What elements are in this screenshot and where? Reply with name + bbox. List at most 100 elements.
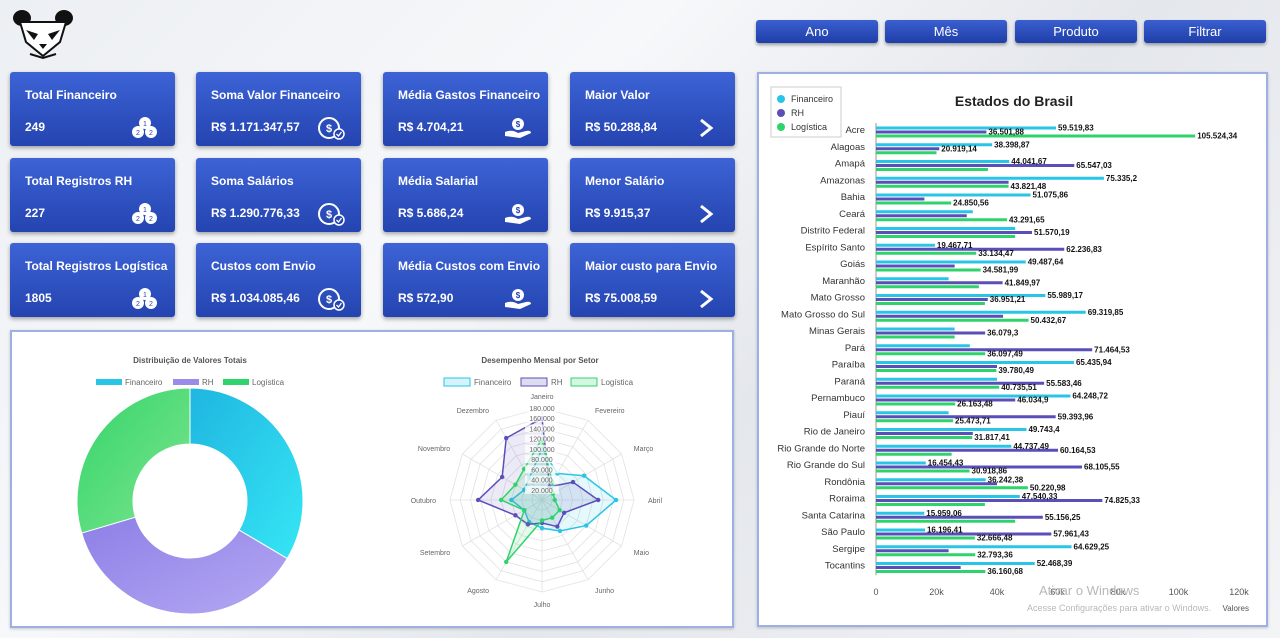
bar-rect[interactable] [876, 461, 926, 465]
bar-rect[interactable] [876, 331, 986, 335]
radar-point[interactable] [522, 508, 527, 513]
bar-rect[interactable] [876, 503, 985, 506]
bar-rect[interactable] [876, 151, 937, 155]
bar-rect[interactable] [876, 348, 1093, 352]
bar-rect[interactable] [876, 532, 1052, 536]
bar-rect[interactable] [876, 318, 1029, 322]
bar-rect[interactable] [876, 231, 1032, 234]
radar-legend-swatch[interactable] [520, 377, 548, 387]
donut-legend-swatch[interactable] [173, 379, 199, 385]
bar-rect[interactable] [876, 499, 1103, 502]
bar-rect[interactable] [876, 201, 952, 205]
bar-rect[interactable] [876, 214, 967, 218]
bar-rect[interactable] [876, 570, 986, 573]
bar-rect[interactable] [876, 549, 949, 553]
bar-rect[interactable] [876, 436, 973, 439]
bar-rect[interactable] [876, 243, 935, 247]
bar-legend-dot[interactable] [777, 95, 785, 103]
bar-rect[interactable] [876, 310, 1086, 314]
radar-legend-swatch[interactable] [443, 377, 471, 387]
bar-rect[interactable] [876, 285, 979, 289]
bar-rect[interactable] [876, 130, 987, 134]
bar-rect[interactable] [876, 260, 1026, 264]
donut-slice[interactable] [189, 387, 304, 560]
bar-rect[interactable] [876, 432, 973, 435]
bar-rect[interactable] [876, 335, 955, 339]
bar-legend-label[interactable]: RH [791, 108, 804, 118]
radar-point[interactable] [613, 497, 619, 503]
donut-legend-label[interactable]: Logística [252, 378, 285, 387]
radar-point[interactable] [596, 497, 601, 503]
radar-point[interactable] [570, 479, 576, 485]
bar-legend-label[interactable]: Logística [791, 122, 827, 132]
radar-point[interactable] [539, 518, 545, 523]
radar-point[interactable] [513, 482, 518, 487]
bar-rect[interactable] [876, 147, 940, 151]
bar-rect[interactable] [876, 251, 977, 255]
bar-rect[interactable] [876, 184, 1009, 188]
radar-point[interactable] [498, 497, 504, 503]
bar-rect[interactable] [876, 197, 925, 201]
bar-rect[interactable] [876, 268, 981, 272]
bar-rect[interactable] [876, 536, 975, 540]
bar-rect[interactable] [876, 553, 976, 557]
bar-rect[interactable] [876, 495, 1020, 498]
bar-rect[interactable] [876, 160, 1010, 163]
bar-rect[interactable] [876, 210, 973, 214]
bar-rect[interactable] [876, 126, 1057, 130]
bar-legend-label[interactable]: Financeiro [791, 94, 833, 104]
donut-legend-swatch[interactable] [96, 379, 122, 385]
radar-point[interactable] [584, 523, 589, 528]
radar-point[interactable] [539, 525, 545, 531]
bar-rect[interactable] [876, 227, 1016, 230]
radar-legend-label[interactable]: RH [551, 378, 563, 387]
bar-rect[interactable] [876, 277, 949, 281]
bar-rect[interactable] [876, 176, 1104, 180]
bar-rect[interactable] [876, 402, 956, 406]
bar-rect[interactable] [876, 218, 1007, 222]
radar-point[interactable] [499, 474, 505, 480]
radar-point[interactable] [504, 559, 509, 565]
bar-rect[interactable] [876, 428, 1027, 431]
radar-point[interactable] [550, 515, 555, 520]
bar-rect[interactable] [876, 511, 925, 515]
bar-rect[interactable] [876, 180, 1009, 184]
filter-mes-button[interactable]: Mês [885, 20, 1007, 43]
radar-point[interactable] [475, 497, 481, 503]
bar-rect[interactable] [876, 469, 970, 473]
radar-point[interactable] [513, 513, 518, 518]
radar-point[interactable] [557, 508, 562, 513]
bar-rect[interactable] [876, 377, 997, 381]
radar-legend-label[interactable]: Logística [601, 378, 634, 387]
bar-rect[interactable] [876, 352, 986, 356]
radar-point[interactable] [552, 497, 557, 503]
bar-rect[interactable] [876, 419, 954, 423]
donut-slice[interactable] [76, 387, 191, 534]
radar-point[interactable] [557, 528, 563, 534]
bar-rect[interactable] [876, 452, 952, 456]
radar-legend-label[interactable]: Financeiro [474, 378, 512, 387]
bar-rect[interactable] [876, 327, 955, 331]
bar-rect[interactable] [876, 385, 1000, 389]
bar-rect[interactable] [876, 369, 997, 372]
donut-legend-label[interactable]: Financeiro [125, 378, 163, 387]
bar-rect[interactable] [876, 411, 949, 415]
bar-rect[interactable] [876, 486, 1028, 490]
bar-rect[interactable] [876, 281, 1003, 285]
bar-rect[interactable] [876, 168, 988, 171]
bar-rect[interactable] [876, 562, 1035, 565]
filter-produto-button[interactable]: Produto [1015, 20, 1137, 43]
bar-rect[interactable] [876, 235, 1016, 238]
bar-rect[interactable] [876, 528, 925, 532]
donut-legend-label[interactable]: RH [202, 378, 214, 387]
bar-rect[interactable] [876, 314, 1004, 318]
bar-rect[interactable] [876, 478, 986, 482]
bar-rect[interactable] [876, 302, 985, 305]
bar-rect[interactable] [876, 444, 1012, 448]
bar-rect[interactable] [876, 193, 1031, 197]
bar-rect[interactable] [876, 566, 961, 569]
filtrar-button[interactable]: Filtrar [1144, 20, 1266, 43]
bar-rect[interactable] [876, 482, 997, 486]
bar-rect[interactable] [876, 365, 997, 368]
bar-rect[interactable] [876, 398, 1016, 402]
